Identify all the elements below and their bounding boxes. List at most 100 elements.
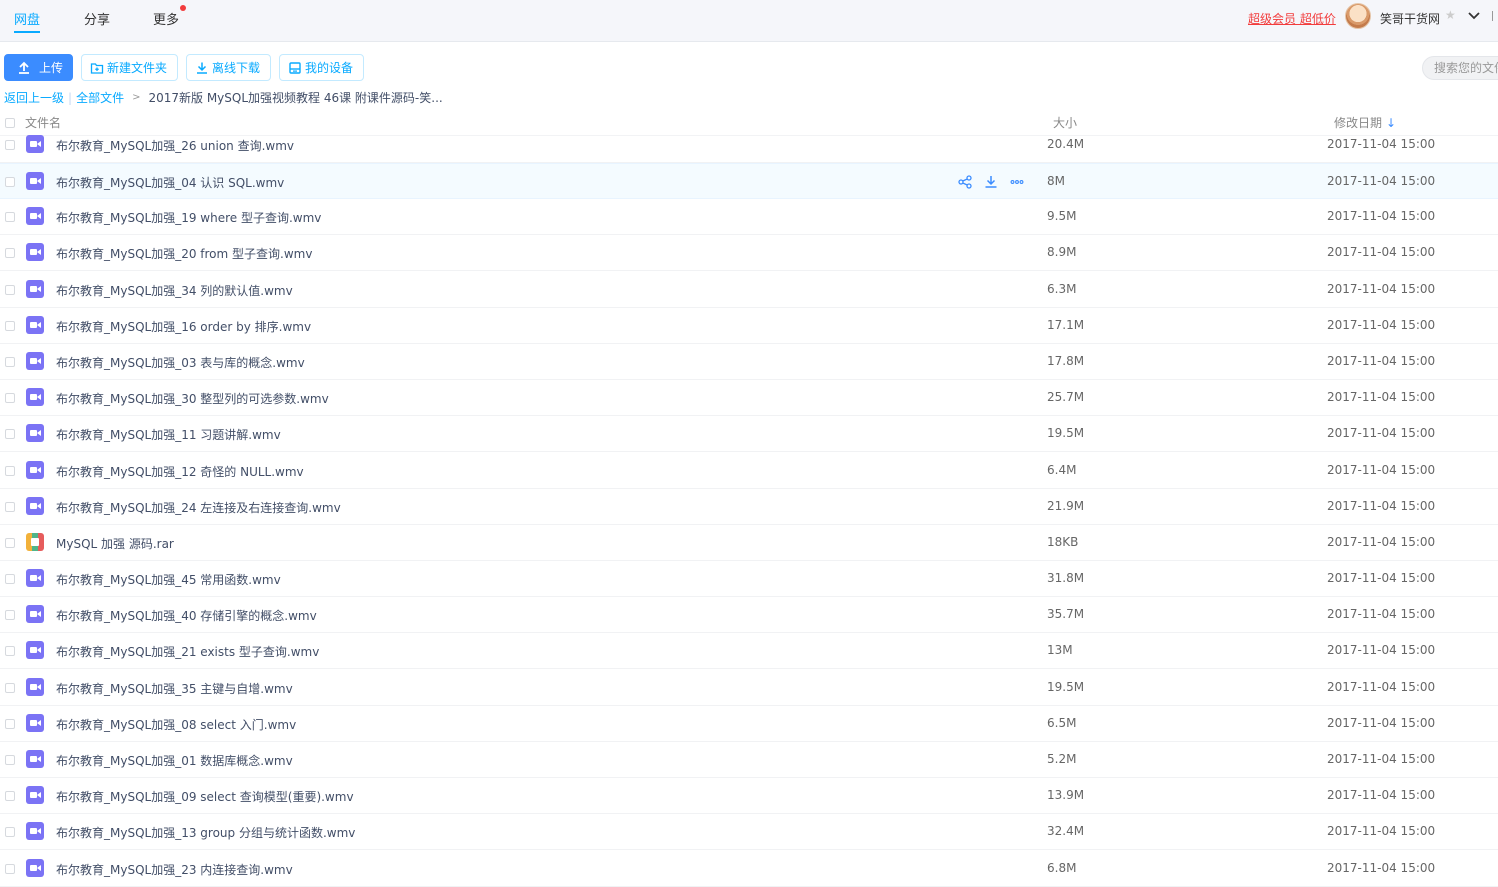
table-row[interactable]: 布尔教育_MySQL加强_16 order by 排序.wmv 17.1M 2017… bbox=[0, 308, 1498, 344]
file-name[interactable]: 布尔教育_MySQL加强_08 select 入门.wmv bbox=[56, 716, 296, 733]
vip-promo-link[interactable]: 超级会员 超低价 bbox=[1248, 10, 1336, 27]
row-checkbox[interactable] bbox=[5, 429, 15, 439]
file-size: 6.8M bbox=[1047, 861, 1077, 875]
file-size: 6.3M bbox=[1047, 282, 1077, 296]
row-checkbox[interactable] bbox=[5, 755, 15, 765]
back-link[interactable]: 返回上一级 bbox=[4, 89, 64, 106]
row-checkbox[interactable] bbox=[5, 502, 15, 512]
file-name[interactable]: 布尔教育_MySQL加强_34 列的默认值.wmv bbox=[56, 282, 293, 299]
row-checkbox[interactable] bbox=[5, 212, 15, 222]
file-name[interactable]: 布尔教育_MySQL加强_13 group 分组与统计函数.wmv bbox=[56, 824, 355, 841]
search-input[interactable]: 搜索您的文件 bbox=[1422, 56, 1498, 80]
table-row[interactable]: 布尔教育_MySQL加强_19 where 型子查询.wmv 9.5M 2017-1… bbox=[0, 199, 1498, 235]
file-name[interactable]: 布尔教育_MySQL加强_35 主键与自增.wmv bbox=[56, 680, 293, 697]
file-name[interactable]: 布尔教育_MySQL加强_12 奇怪的 NULL.wmv bbox=[56, 463, 304, 480]
row-checkbox[interactable] bbox=[5, 610, 15, 620]
video-file-icon bbox=[26, 424, 44, 442]
upload-button[interactable]: 上传 bbox=[4, 54, 73, 81]
file-date: 2017-11-04 15:00 bbox=[1327, 571, 1436, 585]
file-name[interactable]: 布尔教育_MySQL加强_19 where 型子查询.wmv bbox=[56, 209, 321, 226]
table-row[interactable]: 布尔教育_MySQL加强_26 union 查询.wmv 20.4M 2017-11… bbox=[0, 127, 1498, 163]
file-date: 2017-11-04 15:00 bbox=[1327, 752, 1436, 766]
table-row[interactable]: 布尔教育_MySQL加强_21 exists 型子查询.wmv 13M 2017-1… bbox=[0, 633, 1498, 669]
tab-netdisk[interactable]: 网盘 bbox=[14, 9, 40, 28]
file-name[interactable]: 布尔教育_MySQL加强_09 select 查询模型(重要).wmv bbox=[56, 788, 354, 805]
more-icon[interactable] bbox=[1009, 174, 1025, 190]
file-date: 2017-11-04 15:00 bbox=[1327, 245, 1436, 259]
file-date: 2017-11-04 15:00 bbox=[1327, 607, 1436, 621]
file-name[interactable]: 布尔教育_MySQL加强_45 常用函数.wmv bbox=[56, 571, 281, 588]
chevron-down-icon[interactable] bbox=[1466, 7, 1482, 23]
file-name[interactable]: 布尔教育_MySQL加强_04 认识 SQL.wmv bbox=[56, 174, 284, 191]
row-checkbox[interactable] bbox=[5, 285, 15, 295]
file-name[interactable]: 布尔教育_MySQL加强_03 表与库的概念.wmv bbox=[56, 354, 305, 371]
row-checkbox[interactable] bbox=[5, 357, 15, 367]
file-name[interactable]: 布尔教育_MySQL加强_11 习题讲解.wmv bbox=[56, 426, 281, 443]
new-folder-button[interactable]: 新建文件夹 bbox=[81, 54, 178, 81]
row-checkbox[interactable] bbox=[5, 538, 15, 548]
row-checkbox[interactable] bbox=[5, 466, 15, 476]
table-row[interactable]: 布尔教育_MySQL加强_01 数据库概念.wmv 5.2M 2017-11-04 … bbox=[0, 742, 1498, 778]
table-row[interactable]: 布尔教育_MySQL加强_20 from 型子查询.wmv 8.9M 2017-11… bbox=[0, 235, 1498, 271]
row-checkbox[interactable] bbox=[5, 574, 15, 584]
row-checkbox[interactable] bbox=[5, 393, 15, 403]
table-row[interactable]: 布尔教育_MySQL加强_12 奇怪的 NULL.wmv 6.4M 2017-11-… bbox=[0, 453, 1498, 489]
row-checkbox[interactable] bbox=[5, 646, 15, 656]
download-icon bbox=[197, 62, 207, 74]
video-file-icon bbox=[26, 316, 44, 334]
file-name[interactable]: 布尔教育_MySQL加强_30 整型列的可选参数.wmv bbox=[56, 390, 329, 407]
notification-dot bbox=[180, 5, 186, 11]
table-row[interactable]: 布尔教育_MySQL加强_13 group 分组与统计函数.wmv 32.4M 20… bbox=[0, 814, 1498, 850]
tab-share[interactable]: 分享 bbox=[84, 9, 110, 28]
all-files-link[interactable]: 全部文件 bbox=[76, 89, 124, 106]
table-row[interactable]: MySQL 加强 源码.rar 18KB 2017-11-04 15:00 bbox=[0, 525, 1498, 561]
file-name[interactable]: MySQL 加强 源码.rar bbox=[56, 535, 174, 552]
table-row[interactable]: 布尔教育_MySQL加强_30 整型列的可选参数.wmv 25.7M 2017-11… bbox=[0, 380, 1498, 416]
row-checkbox[interactable] bbox=[5, 248, 15, 258]
file-name[interactable]: 布尔教育_MySQL加强_21 exists 型子查询.wmv bbox=[56, 643, 319, 660]
video-file-icon bbox=[26, 497, 44, 515]
row-checkbox[interactable] bbox=[5, 719, 15, 729]
file-date: 2017-11-04 15:00 bbox=[1327, 354, 1436, 368]
row-checkbox[interactable] bbox=[5, 827, 15, 837]
file-date: 2017-11-04 15:00 bbox=[1327, 137, 1436, 151]
table-row[interactable]: 布尔教育_MySQL加强_45 常用函数.wmv 31.8M 2017-11-04 … bbox=[0, 561, 1498, 597]
table-row[interactable]: 布尔教育_MySQL加强_23 内连接查询.wmv 6.8M 2017-11-04 … bbox=[0, 851, 1498, 887]
file-name[interactable]: 布尔教育_MySQL加强_20 from 型子查询.wmv bbox=[56, 245, 312, 262]
file-name[interactable]: 布尔教育_MySQL加强_16 order by 排序.wmv bbox=[56, 318, 311, 335]
video-file-icon bbox=[26, 569, 44, 587]
row-checkbox[interactable] bbox=[5, 321, 15, 331]
file-name[interactable]: 布尔教育_MySQL加强_01 数据库概念.wmv bbox=[56, 752, 293, 769]
file-name[interactable]: 布尔教育_MySQL加强_24 左连接及右连接查询.wmv bbox=[56, 499, 341, 516]
row-checkbox[interactable] bbox=[5, 177, 15, 187]
file-date: 2017-11-04 15:00 bbox=[1327, 535, 1436, 549]
username[interactable]: 笑哥干货网 bbox=[1380, 10, 1440, 27]
my-devices-label: 我的设备 bbox=[305, 61, 354, 75]
video-file-icon bbox=[26, 207, 44, 225]
table-row[interactable]: 布尔教育_MySQL加强_24 左连接及右连接查询.wmv 21.9M 2017-1… bbox=[0, 489, 1498, 525]
tab-more[interactable]: 更多 bbox=[153, 9, 179, 28]
file-name[interactable]: 布尔教育_MySQL加强_23 内连接查询.wmv bbox=[56, 861, 293, 878]
file-date: 2017-11-04 15:00 bbox=[1327, 318, 1436, 332]
row-checkbox[interactable] bbox=[5, 864, 15, 874]
upload-icon bbox=[19, 61, 29, 74]
table-row[interactable]: 布尔教育_MySQL加强_40 存储引擎的概念.wmv 35.7M 2017-11-… bbox=[0, 597, 1498, 633]
row-checkbox[interactable] bbox=[5, 791, 15, 801]
file-name[interactable]: 布尔教育_MySQL加强_40 存储引擎的概念.wmv bbox=[56, 607, 317, 624]
share-icon[interactable] bbox=[957, 174, 973, 190]
file-size: 8M bbox=[1047, 174, 1065, 188]
avatar[interactable] bbox=[1345, 3, 1371, 29]
table-row[interactable]: 布尔教育_MySQL加强_03 表与库的概念.wmv 17.8M 2017-11-0… bbox=[0, 344, 1498, 380]
table-row[interactable]: 布尔教育_MySQL加强_08 select 入门.wmv 6.5M 2017-11… bbox=[0, 706, 1498, 742]
table-row[interactable]: 布尔教育_MySQL加强_09 select 查询模型(重要).wmv 13.9M… bbox=[0, 778, 1498, 814]
row-checkbox[interactable] bbox=[5, 683, 15, 693]
table-row[interactable]: 布尔教育_MySQL加强_11 习题讲解.wmv 19.5M 2017-11-04 … bbox=[0, 416, 1498, 452]
offline-download-button[interactable]: 离线下载 bbox=[186, 54, 271, 81]
download-icon[interactable] bbox=[983, 174, 999, 190]
table-row[interactable]: 布尔教育_MySQL加强_04 认识 SQL.wmv 8M 2017-11-04 1… bbox=[0, 163, 1498, 199]
my-devices-button[interactable]: 我的设备 bbox=[279, 54, 364, 81]
table-row[interactable]: 布尔教育_MySQL加强_34 列的默认值.wmv 6.3M 2017-11-04 … bbox=[0, 272, 1498, 308]
row-checkbox[interactable] bbox=[5, 140, 15, 150]
table-row[interactable]: 布尔教育_MySQL加强_35 主键与自增.wmv 19.5M 2017-11-04… bbox=[0, 670, 1498, 706]
file-name[interactable]: 布尔教育_MySQL加强_26 union 查询.wmv bbox=[56, 137, 294, 154]
